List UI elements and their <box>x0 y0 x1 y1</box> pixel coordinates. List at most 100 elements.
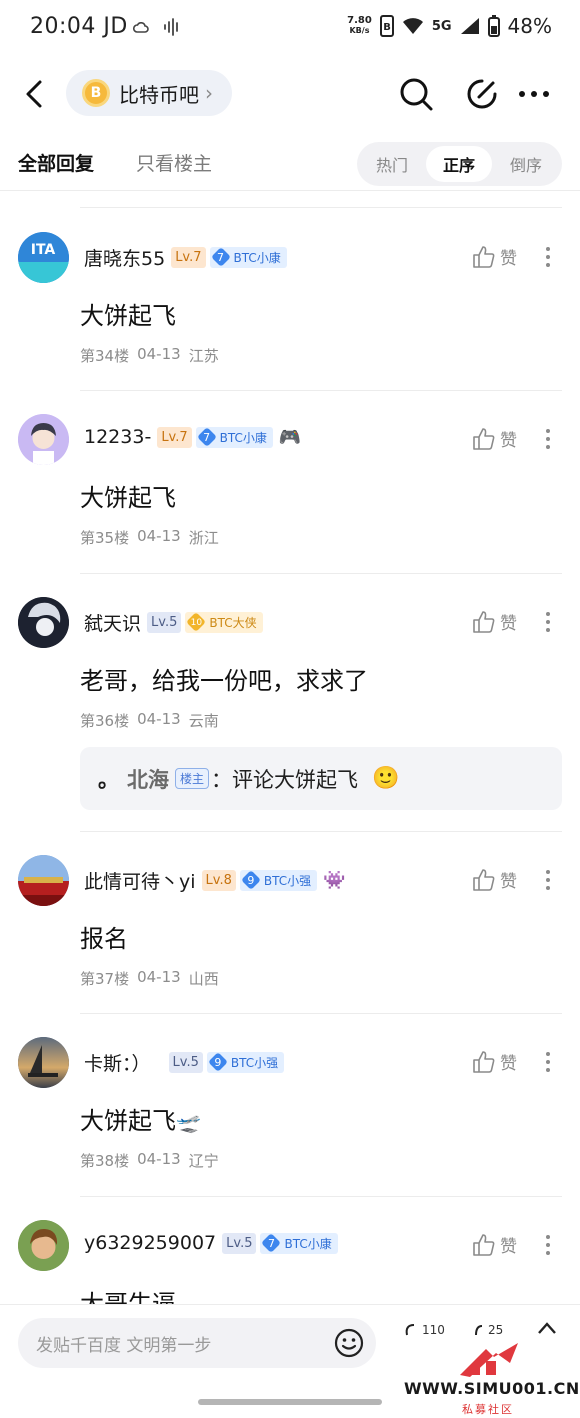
reply-item[interactable]: y6329259007 Lv.5 7 BTC小康 赞 大哥牛逼 <box>0 1220 580 1304</box>
post-divider <box>80 207 562 208</box>
like-button[interactable]: 赞 <box>472 1049 517 1074</box>
wifi-icon <box>402 18 423 34</box>
more-vertical-icon[interactable] <box>540 867 556 893</box>
reply-content: 大饼起飞 <box>80 302 176 330</box>
avatar[interactable] <box>18 1037 69 1088</box>
sub-reply-username[interactable]: 北海 <box>127 764 169 794</box>
username[interactable]: 卡斯：） <box>84 1049 151 1076</box>
sub-reply-dot: 。 <box>98 767 119 792</box>
level-badge: Lv.7 <box>157 426 192 448</box>
like-outline-icon <box>475 1325 483 1336</box>
gem-icon: 10 <box>185 612 207 633</box>
forum-title-badge: 7 BTC小康 <box>195 426 273 448</box>
smile-icon <box>334 1328 364 1358</box>
gem-icon: 7 <box>196 427 218 448</box>
comments-button[interactable]: 110 <box>404 1323 445 1337</box>
cloud-icon <box>132 22 149 33</box>
game-badge-icon: 🎮 <box>278 426 302 448</box>
like-button[interactable]: 赞 <box>472 609 517 634</box>
sub-reply-box[interactable]: 。 北海 楼主 ：评论大饼起飞 🙂 <box>80 747 562 810</box>
network-type: 5G <box>431 18 452 34</box>
post-divider <box>80 1013 562 1014</box>
reply-item[interactable]: 此情可待丶yi Lv.8 9 BTC小强 👾 赞 报名 第37楼 04-13 山西 <box>0 855 580 995</box>
username[interactable]: 此情可待丶yi <box>84 867 196 894</box>
home-indicator[interactable] <box>198 1399 382 1405</box>
post-divider <box>80 1196 562 1197</box>
more-horizontal-icon <box>519 91 549 97</box>
gem-icon: 9 <box>207 1052 229 1073</box>
forum-title-badge: 9 BTC小强 <box>239 870 318 891</box>
forum-title-badge: 7 BTC小康 <box>209 247 287 268</box>
header-bar: B 比特币吧 › <box>0 62 580 126</box>
sort-segmented-control: 热门 正序 倒序 <box>357 142 562 186</box>
likes-button[interactable]: 25 <box>474 1323 503 1337</box>
search-button[interactable] <box>396 74 436 114</box>
share-icon <box>538 1322 556 1334</box>
like-button[interactable]: 赞 <box>472 426 517 451</box>
sub-reply-text: ：评论大饼起飞 <box>211 767 359 792</box>
more-vertical-icon[interactable] <box>540 1049 556 1075</box>
user-row: 12233- Lv.7 7 BTC小康 🎮 <box>84 426 301 448</box>
search-icon <box>400 78 433 111</box>
signal-icon <box>460 18 479 34</box>
thumbs-up-icon <box>473 427 495 450</box>
sort-ascending[interactable]: 正序 <box>426 146 492 182</box>
reply-meta: 第36楼 04-13 云南 <box>80 710 219 730</box>
like-button[interactable]: 赞 <box>472 1232 517 1257</box>
avatar[interactable] <box>18 855 69 906</box>
like-button[interactable]: 赞 <box>472 867 517 892</box>
sort-descending[interactable]: 倒序 <box>493 146 559 182</box>
gem-icon: 7 <box>260 1233 282 1254</box>
more-vertical-icon[interactable] <box>540 426 556 452</box>
edit-button[interactable] <box>462 74 502 114</box>
op-tag: 楼主 <box>175 768 210 789</box>
forum-title-badge: 9 BTC小强 <box>206 1052 285 1073</box>
reply-item[interactable]: 弑天识 Lv.5 10 BTC大侠 赞 老哥，给我一份吧，求求了 第36楼 04-1… <box>0 597 580 812</box>
username[interactable]: 唐晓东55 <box>84 244 165 271</box>
tab-op-only[interactable]: 只看楼主 <box>136 149 212 176</box>
reply-item[interactable]: 12233- Lv.7 7 BTC小康 🎮 赞 大饼起飞 第35楼 04-13 浙江 <box>0 414 580 554</box>
username[interactable]: y6329259007 <box>84 1232 216 1254</box>
bottom-bar: 发贴千百度 文明第一步 110 25 WWW.SIMU001.CN 私募社区 <box>0 1304 580 1418</box>
tab-all-replies[interactable]: 全部回复 <box>18 149 94 176</box>
reply-content: 报名 <box>80 925 128 953</box>
avatar[interactable]: ITA <box>18 232 69 283</box>
more-vertical-icon[interactable] <box>540 609 556 635</box>
comment-input[interactable]: 发贴千百度 文明第一步 <box>18 1318 376 1368</box>
svg-text:B: B <box>383 22 391 33</box>
level-badge: Lv.5 <box>168 1052 203 1073</box>
data-transfer-icon: B <box>379 15 394 37</box>
reply-item[interactable]: ITA 唐晓东55 Lv.7 7 BTC小康 赞 大饼起飞 第34楼 04-13 江苏 <box>0 232 580 372</box>
gem-icon: 7 <box>210 247 232 268</box>
thumbs-up-icon <box>473 1233 495 1256</box>
username[interactable]: 弑天识 <box>84 609 141 636</box>
watermark-logo: WWW.SIMU001.CN 私募社区 <box>404 1341 580 1418</box>
status-right-group: 7.80 KB/s B 5G 48% <box>347 14 552 38</box>
avatar[interactable] <box>18 597 69 648</box>
more-vertical-icon[interactable] <box>540 244 556 270</box>
reply-item[interactable]: 卡斯：） Lv.5 9 BTC小强 赞 大饼起飞🛫 第38楼 04-13 辽宁 <box>0 1037 580 1177</box>
username[interactable]: 12233- <box>84 426 151 448</box>
sort-hot[interactable]: 热门 <box>359 146 425 182</box>
user-row: 弑天识 Lv.5 10 BTC大侠 <box>84 609 263 636</box>
forum-title-badge: 7 BTC小康 <box>260 1232 338 1254</box>
status-bar: 20:04 JD 7.80 KB/s B 5G 48% <box>0 0 580 58</box>
more-vertical-icon[interactable] <box>540 1232 556 1258</box>
emoji-button[interactable] <box>334 1328 364 1358</box>
avatar[interactable] <box>18 414 69 465</box>
reply-content: 大饼起飞 <box>80 484 176 512</box>
avatar[interactable] <box>18 1220 69 1271</box>
tabs-divider <box>0 190 580 191</box>
watermark-mark-icon <box>460 1343 518 1377</box>
forum-logo: B <box>82 79 110 107</box>
more-options-button[interactable] <box>514 74 554 114</box>
battery-percent: 48% <box>507 14 552 38</box>
forum-name-pill[interactable]: B 比特币吧 › <box>66 70 232 116</box>
share-button[interactable] <box>536 1319 558 1338</box>
thumbs-up-icon <box>473 1050 495 1073</box>
gem-icon: 9 <box>240 870 262 891</box>
like-button[interactable]: 赞 <box>472 244 517 269</box>
user-row: 此情可待丶yi Lv.8 9 BTC小强 👾 <box>84 867 346 894</box>
forum-title-badge: 10 BTC大侠 <box>185 612 263 633</box>
back-button[interactable] <box>18 74 54 114</box>
